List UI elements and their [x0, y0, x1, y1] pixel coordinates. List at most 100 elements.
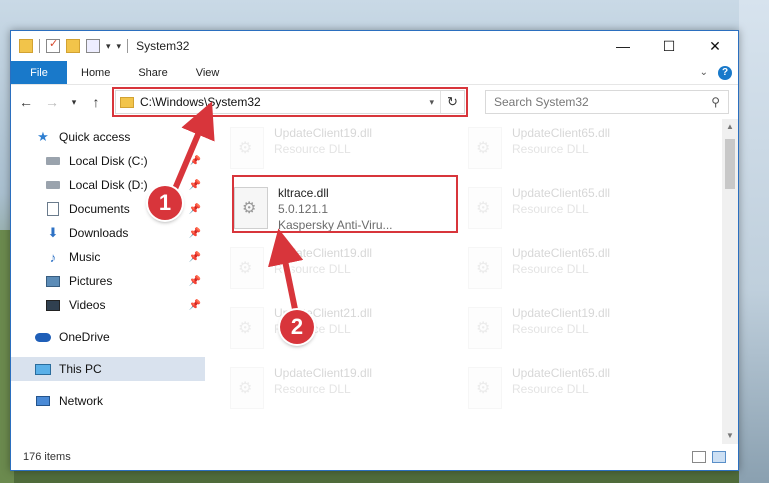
sidebar-item-label: Music [69, 250, 101, 264]
sidebar-item-this-pc[interactable]: This PC [11, 357, 205, 381]
dll-file-icon [468, 367, 502, 409]
sidebar-item-label: Network [59, 394, 104, 408]
help-icon[interactable]: ? [718, 65, 732, 80]
sidebar-item-local-disk-c[interactable]: Local Disk (C:) 📌 [11, 149, 205, 173]
status-bar: 176 items [11, 444, 738, 470]
file-company: Kaspersky Anti-Viru... [278, 218, 393, 232]
file-item[interactable]: UpdateClient65.dll Resource DLL [464, 121, 664, 175]
quick-access-toolbar: ▾ ▾ [19, 37, 129, 53]
minimize-button[interactable]: — [600, 31, 646, 61]
file-item[interactable]: UpdateClient19.dll Resource DLL [464, 301, 664, 355]
up-button[interactable]: ↑ [87, 94, 105, 110]
qat-dropdown-icon[interactable]: ▾ [117, 41, 122, 52]
view-toggle [692, 451, 726, 463]
file-item[interactable]: UpdateClient19.dll Resource DLL [226, 361, 426, 415]
sidebar-item-quick-access[interactable]: ★ Quick access [11, 125, 205, 149]
file-item[interactable]: UpdateClient65.dll Resource DLL [464, 181, 664, 235]
pin-icon[interactable]: 📌 [189, 180, 201, 191]
file-name: UpdateClient19.dll [274, 246, 373, 260]
properties-icon[interactable] [46, 37, 60, 53]
sidebar-item-label: Local Disk (D:) [69, 178, 148, 192]
sidebar-item-music[interactable]: ♪ Music 📌 [11, 245, 205, 269]
folder-icon [120, 96, 134, 108]
scrollbar-thumb[interactable] [725, 139, 735, 189]
dll-file-icon [468, 127, 502, 169]
file-list: UpdateClient19.dll Resource DLL kltrace.… [205, 119, 738, 444]
sidebar-item-pictures[interactable]: Pictures 📌 [11, 269, 205, 293]
search-placeholder: Search System32 [494, 95, 589, 109]
file-name: UpdateClient19.dll [512, 306, 611, 320]
pin-icon[interactable]: 📌 [189, 156, 201, 167]
sidebar-item-label: Videos [69, 298, 106, 312]
this-pc-icon [35, 361, 51, 377]
file-type: Resource DLL [274, 142, 351, 156]
sidebar-item-label: Documents [69, 202, 130, 216]
scroll-down-icon[interactable]: ▼ [722, 428, 738, 444]
file-item[interactable]: UpdateClient65.dll Resource DLL [464, 361, 664, 415]
vertical-scrollbar[interactable]: ▲ ▼ [722, 119, 738, 444]
file-item[interactable]: UpdateClient65.dll Resource DLL [464, 241, 664, 295]
file-name: UpdateClient19.dll [274, 126, 373, 140]
divider [39, 39, 40, 53]
sidebar-item-label: This PC [59, 362, 102, 376]
tiles-view-icon[interactable] [712, 451, 726, 463]
navigation-pane: ★ Quick access Local Disk (C:) 📌 Local D… [11, 119, 205, 444]
dll-file-icon [234, 187, 268, 229]
file-name: UpdateClient65.dll [512, 186, 611, 200]
tab-share[interactable]: Share [124, 61, 181, 84]
file-type: Resource DLL [512, 142, 589, 156]
network-icon [35, 393, 51, 409]
tab-home[interactable]: Home [67, 61, 124, 84]
sidebar-item-videos[interactable]: Videos 📌 [11, 293, 205, 317]
maximize-button[interactable]: ☐ [646, 31, 692, 61]
file-type: Resource DLL [512, 322, 589, 336]
expand-ribbon-icon[interactable]: ⌄ [700, 67, 708, 78]
refresh-button[interactable]: ↻ [440, 91, 464, 113]
recent-locations-button[interactable]: ▾ [69, 97, 79, 108]
pin-icon[interactable]: 📌 [189, 204, 201, 215]
downloads-icon: ⬇ [47, 225, 59, 240]
star-icon: ★ [37, 129, 49, 144]
tab-view[interactable]: View [182, 61, 234, 84]
sidebar-item-downloads[interactable]: ⬇ Downloads 📌 [11, 221, 205, 245]
file-item[interactable]: UpdateClient19.dll Resource DLL [226, 121, 426, 175]
file-type: Resource DLL [512, 382, 589, 396]
file-type: Resource DLL [274, 262, 351, 276]
videos-icon [45, 297, 61, 313]
sidebar-item-label: OneDrive [59, 330, 110, 344]
pin-icon[interactable]: 📌 [189, 300, 201, 311]
pin-icon[interactable]: 📌 [189, 228, 201, 239]
window-controls: — ☐ ✕ [600, 31, 738, 61]
customize-icon[interactable] [86, 39, 100, 53]
sidebar-item-onedrive[interactable]: OneDrive [11, 325, 205, 349]
onedrive-icon [35, 329, 51, 345]
chevron-down-icon[interactable]: ▾ [106, 41, 111, 52]
search-icon: ⚲ [711, 95, 720, 109]
pin-icon[interactable]: 📌 [189, 276, 201, 287]
file-name: UpdateClient65.dll [512, 246, 611, 260]
title-bar: ▾ ▾ System32 — ☐ ✕ [11, 31, 738, 61]
address-path[interactable]: C:\Windows\System32 [140, 95, 261, 109]
details-view-icon[interactable] [692, 451, 706, 463]
scroll-up-icon[interactable]: ▲ [722, 119, 738, 135]
item-count: 176 items [23, 451, 71, 463]
sidebar-item-label: Downloads [69, 226, 129, 240]
file-item-kltrace[interactable]: kltrace.dll 5.0.121.1 Kaspersky Anti-Vir… [230, 181, 430, 235]
address-bar[interactable]: C:\Windows\System32 ▾ ↻ [112, 87, 468, 117]
desktop-background-right [739, 0, 769, 483]
dll-file-icon [230, 307, 264, 349]
file-item[interactable]: UpdateClient19.dll Resource DLL [226, 241, 426, 295]
dll-file-icon [230, 367, 264, 409]
address-dropdown-icon[interactable]: ▾ [423, 97, 440, 108]
pin-icon[interactable]: 📌 [189, 252, 201, 263]
sidebar-item-network[interactable]: Network [11, 389, 205, 413]
file-item[interactable]: UpdateClient21.dll Resource DLL [226, 301, 426, 355]
tab-file[interactable]: File [11, 61, 67, 84]
search-box[interactable]: Search System32 ⚲ [485, 90, 729, 114]
new-folder-icon[interactable] [66, 39, 80, 53]
forward-button[interactable]: → [43, 94, 61, 110]
close-button[interactable]: ✕ [692, 31, 738, 61]
window-title: System32 [136, 39, 190, 53]
back-button[interactable]: ← [17, 94, 35, 110]
documents-icon [45, 201, 61, 217]
